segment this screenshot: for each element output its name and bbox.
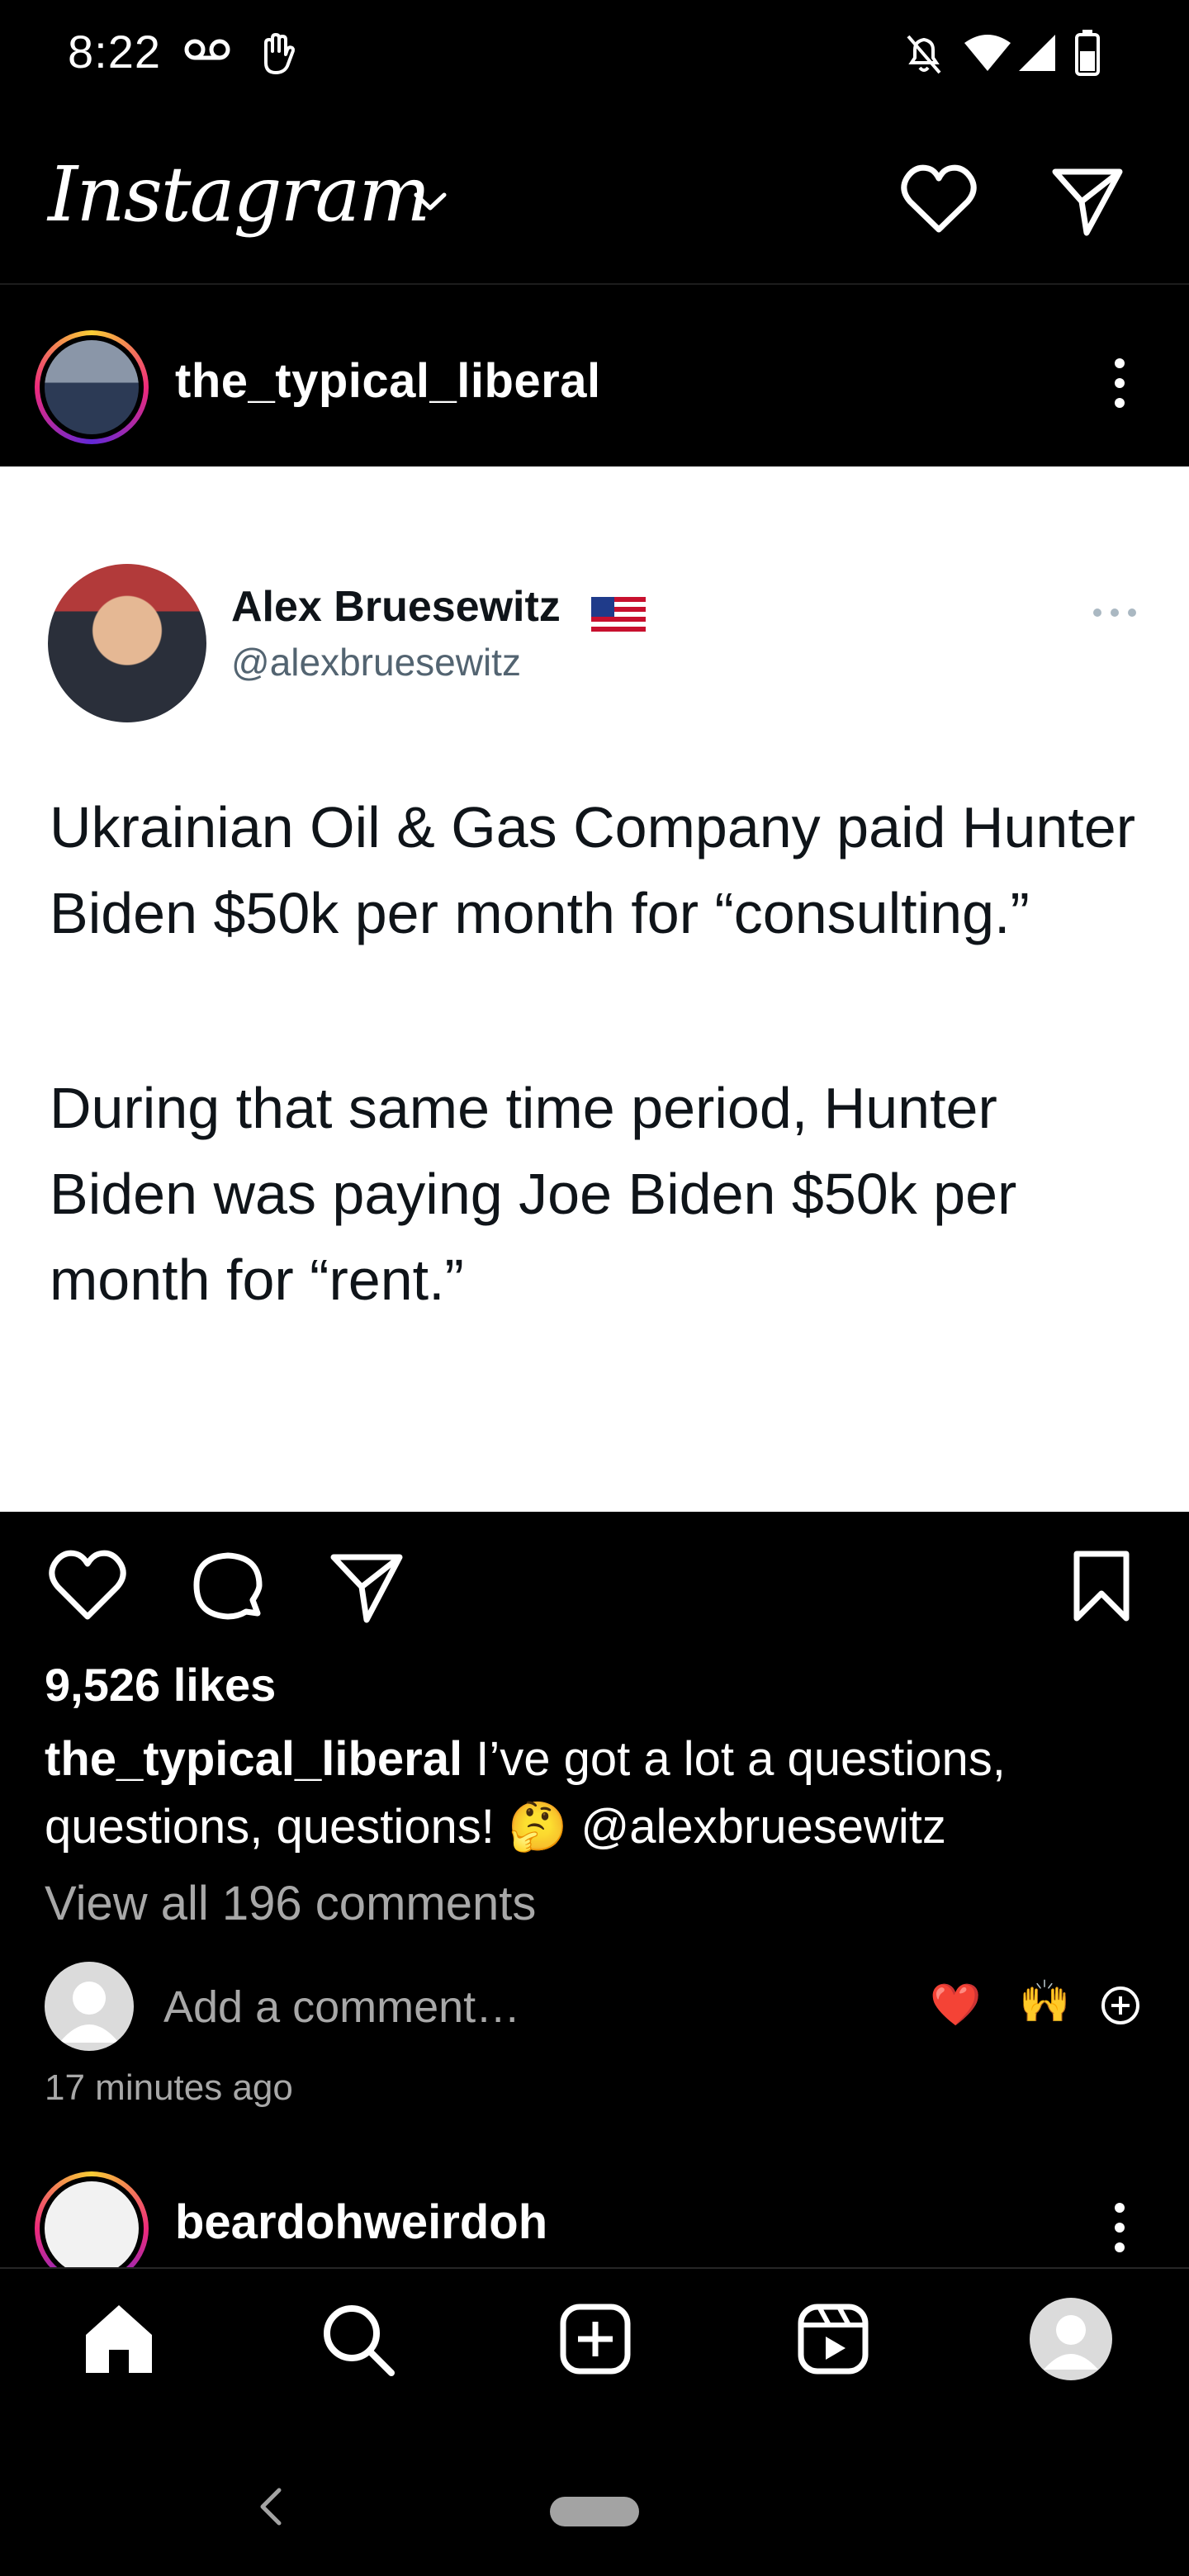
home-gesture-handle[interactable]: [550, 2497, 639, 2526]
likes-count[interactable]: 9,526 likes: [45, 1658, 276, 1712]
search-icon[interactable]: [320, 2302, 396, 2378]
profile-icon[interactable]: [1029, 2297, 1113, 2381]
notifications-muted-icon: [907, 35, 941, 74]
save-icon[interactable]: [1070, 1549, 1133, 1623]
tweet-avatar: [48, 564, 206, 722]
more-options-icon[interactable]: [1111, 357, 1128, 410]
create-icon[interactable]: [558, 2302, 632, 2376]
heart-icon[interactable]: [900, 163, 978, 234]
avatar: [45, 1962, 134, 2051]
tweet-author-handle: @alexbruesewitz: [231, 641, 521, 684]
tweet-paragraph-2: During that same time period, Hunter Bid…: [50, 1076, 1017, 1312]
back-icon[interactable]: [256, 2485, 286, 2528]
tweet-more-icon: [1093, 608, 1136, 617]
status-time: 8:22: [68, 26, 161, 78]
system-navigation-bar: [0, 2444, 1189, 2576]
more-options-icon[interactable]: [1111, 2201, 1128, 2254]
top-app-bar: Instagram: [0, 132, 1189, 285]
post-image[interactable]: Alex Bruesewitz @alexbruesewitz Ukrainia…: [0, 466, 1189, 1512]
quick-reaction-raised-hands[interactable]: 🙌: [1019, 1978, 1070, 2024]
us-flag-icon: [591, 597, 646, 633]
tweet-paragraph-1: Ukrainian Oil & Gas Company paid Hunter …: [50, 795, 1136, 945]
status-bar: 8:22: [0, 0, 1189, 116]
battery-icon: [1075, 30, 1100, 76]
reels-icon[interactable]: [796, 2302, 870, 2376]
avatar: [45, 340, 139, 434]
view-all-comments-link[interactable]: View all 196 comments: [45, 1876, 536, 1931]
post-actions: [0, 1536, 1189, 1635]
default-avatar-icon: [59, 1982, 119, 2043]
post-caption: the_typical_liberal I’ve got a lot a que…: [45, 1726, 1151, 1861]
wifi-icon: [964, 35, 1011, 71]
signal-icon: [1019, 35, 1055, 71]
tweet-author-name: Alex Bruesewitz: [231, 583, 561, 631]
voicemail-icon: [184, 39, 230, 60]
comment-icon[interactable]: [188, 1549, 268, 1628]
caption-username[interactable]: the_typical_liberal: [45, 1732, 462, 1786]
quick-reaction-heart[interactable]: ❤️: [930, 1982, 981, 2028]
next-post-header: beardohweirdoh: [0, 2171, 1189, 2271]
chevron-down-icon[interactable]: [411, 188, 449, 213]
home-icon[interactable]: [81, 2302, 157, 2376]
bottom-navigation: [0, 2267, 1189, 2391]
add-comment-input[interactable]: Add a comment…: [163, 1982, 520, 2033]
story-ring[interactable]: [35, 330, 149, 444]
instagram-logo[interactable]: Instagram: [48, 150, 431, 239]
story-ring[interactable]: [35, 2171, 149, 2271]
post-username[interactable]: the_typical_liberal: [175, 353, 601, 409]
share-icon[interactable]: [329, 1549, 405, 1625]
like-icon[interactable]: [48, 1549, 127, 1622]
hand-wave-icon: [264, 33, 295, 74]
post-header: the_typical_liberal: [0, 324, 1189, 447]
avatar: [45, 2181, 139, 2271]
direct-message-icon[interactable]: [1050, 163, 1125, 238]
add-reaction-icon[interactable]: [1100, 1985, 1141, 2026]
next-post-username[interactable]: beardohweirdoh: [175, 2195, 547, 2250]
post-timestamp: 17 minutes ago: [45, 2067, 293, 2108]
